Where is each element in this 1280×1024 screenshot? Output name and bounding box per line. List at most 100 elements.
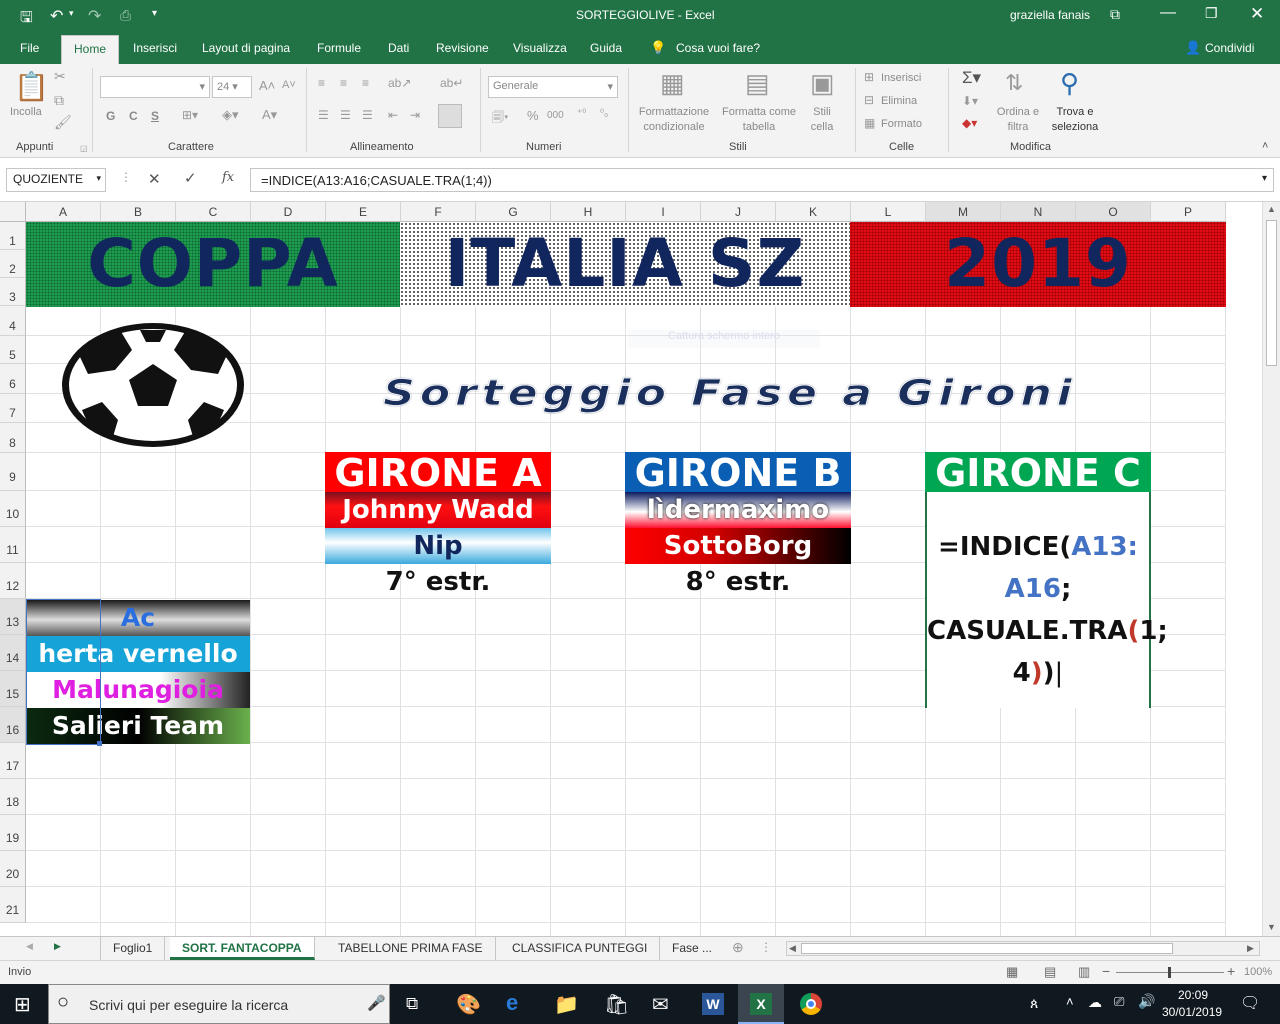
paste-button[interactable]: Incolla [10, 105, 42, 120]
orientation-icon[interactable]: ab↗ [388, 76, 411, 90]
row-header-2[interactable]: 2 [0, 250, 26, 278]
tab-data[interactable]: Dati [388, 41, 409, 55]
sheet-tab-sort-fantacoppa[interactable]: SORT. FANTACOPPA [170, 937, 315, 960]
mail-app-icon[interactable]: ✉ [652, 992, 669, 1017]
column-header-m[interactable]: M [926, 202, 1001, 222]
tab-formulas[interactable]: Formule [317, 41, 361, 55]
file-explorer-icon[interactable]: 📁 [554, 992, 579, 1017]
row-header-15[interactable]: 15 [0, 671, 26, 707]
microphone-icon[interactable]: 🎤 [367, 994, 386, 1012]
undo-dropdown-icon[interactable]: ▾ [69, 8, 74, 19]
find-select-icon[interactable]: ⚲ [1060, 68, 1079, 99]
row-header-5[interactable]: 5 [0, 336, 26, 364]
people-icon[interactable]: ጰ [1030, 995, 1038, 1012]
clock-time[interactable]: 20:09 [1178, 988, 1208, 1002]
horizontal-scrollbar[interactable]: ◀ ▶ [786, 941, 1260, 956]
tab-help[interactable]: Guida [590, 41, 622, 55]
column-header-n[interactable]: N [1001, 202, 1076, 222]
row-header-21[interactable]: 21 [0, 887, 26, 923]
sheet-tab-tabellone[interactable]: TABELLONE PRIMA FASE [326, 937, 496, 960]
thousands-icon[interactable]: 000 [547, 110, 564, 121]
cell-styles-button[interactable]: Stili cella [802, 105, 842, 135]
spreadsheet-grid[interactable]: ABCDEFGHIJKLMNOP 1 2 3 4 5 6 7 8 9 10 11 12 13 14 15 16… [0, 202, 1280, 936]
row-header-6[interactable]: 6 [0, 364, 26, 394]
align-center-icon[interactable]: ☰ [340, 108, 351, 122]
column-header-o[interactable]: O [1076, 202, 1151, 222]
sort-filter-button[interactable]: Ordina e filtra [995, 105, 1041, 135]
align-right-icon[interactable]: ☰ [362, 108, 373, 122]
select-all-corner[interactable] [0, 202, 26, 222]
reference-handle[interactable] [97, 741, 102, 746]
notifications-icon[interactable]: 🗨 [1240, 993, 1260, 1013]
scroll-up-icon[interactable]: ▲ [1267, 204, 1276, 214]
column-header-b[interactable]: B [101, 202, 176, 222]
format-table-icon[interactable]: ▤ [745, 68, 770, 99]
align-middle-icon[interactable]: ≡ [340, 76, 347, 90]
qat-customize-icon[interactable]: ▾ [152, 8, 157, 19]
taskbar-search[interactable]: ○ Scrivi qui per eseguire la ricerca 🎤 [48, 984, 390, 1024]
vertical-scrollbar[interactable]: ▲ ▼ [1262, 202, 1280, 936]
grow-font-icon[interactable]: A˄ [259, 78, 275, 93]
fill-icon[interactable]: ⬇▾ [962, 94, 978, 108]
tab-split-icon[interactable]: ⋮ [760, 940, 772, 954]
row-header-4[interactable]: 4 [0, 306, 26, 336]
percent-icon[interactable]: % [527, 108, 539, 123]
row-header-17[interactable]: 17 [0, 743, 26, 779]
scroll-left-icon[interactable]: ◀ [789, 943, 796, 954]
bold-button[interactable]: G [106, 109, 115, 124]
excel-app-active[interactable]: X [738, 984, 784, 1024]
scroll-down-icon[interactable]: ▼ [1267, 922, 1276, 932]
sheet-tab-foglio1[interactable]: Foglio1 [100, 937, 166, 960]
tab-view[interactable]: Visualizza [513, 41, 567, 55]
cancel-formula-icon[interactable]: ✕ [148, 170, 161, 188]
row-header-8[interactable]: 8 [0, 423, 26, 453]
scroll-right-icon[interactable]: ▶ [1247, 943, 1254, 954]
column-header-j[interactable]: J [701, 202, 776, 222]
italic-button[interactable]: C [129, 109, 138, 124]
tab-home[interactable]: Home [61, 35, 120, 64]
increase-decimal-icon[interactable]: ⁺⁰ [577, 108, 586, 119]
find-select-button[interactable]: Trova e seleziona [1045, 105, 1105, 135]
tab-insert[interactable]: Inserisci [133, 41, 177, 55]
collapse-ribbon-icon[interactable]: ˄ [1262, 140, 1268, 152]
font-name-select[interactable]: ▾ [100, 76, 210, 98]
zoom-out-icon[interactable]: − [1102, 963, 1110, 979]
tab-file[interactable]: File [20, 41, 39, 55]
column-header-p[interactable]: P [1151, 202, 1226, 222]
enter-formula-icon[interactable]: ✓ [184, 169, 197, 187]
task-view-icon[interactable]: ⧉ [406, 994, 418, 1014]
tell-me-input[interactable]: Cosa vuoi fare? [676, 41, 760, 55]
sort-filter-icon[interactable]: ⇅ [1005, 70, 1023, 96]
format-painter-icon[interactable]: 🖌 [54, 114, 72, 131]
row-header-20[interactable]: 20 [0, 851, 26, 887]
borders-icon[interactable]: ⊞▾ [182, 108, 198, 122]
windows-start-icon[interactable]: ⊞ [14, 992, 31, 1017]
font-color-icon[interactable]: A▾ [262, 107, 277, 123]
conditional-format-icon[interactable]: ▦ [660, 68, 685, 99]
zoom-in-icon[interactable]: + [1227, 963, 1235, 979]
formula-input[interactable]: =INDICE(A13:A16;CASUALE.TRA(1;4)) ▾ [250, 168, 1274, 192]
page-break-view-icon[interactable]: ▥ [1078, 964, 1090, 980]
tab-page-layout[interactable]: Layout di pagina [202, 41, 290, 55]
paste-icon[interactable]: 📋 [14, 70, 49, 103]
scroll-thumb[interactable] [1266, 220, 1277, 366]
volume-icon[interactable]: 🔊 [1138, 993, 1155, 1010]
next-sheet-icon[interactable]: ▶ [54, 941, 61, 952]
format-cells-icon[interactable]: ▦ [864, 116, 875, 130]
user-name[interactable]: graziella fanais [1010, 8, 1090, 22]
column-header-a[interactable]: A [26, 202, 101, 222]
fill-color-icon[interactable]: ◈▾ [222, 107, 239, 123]
network-icon[interactable]: ⎚ [1114, 994, 1124, 1010]
hscroll-thumb[interactable] [801, 943, 1173, 954]
column-header-e[interactable]: E [326, 202, 401, 222]
row-header-12[interactable]: 12 [0, 563, 26, 599]
insert-function-icon[interactable]: fx [222, 170, 234, 185]
align-top-icon[interactable]: ≡ [318, 76, 325, 90]
clock-date[interactable]: 30/01/2019 [1162, 1005, 1222, 1019]
cut-icon[interactable]: ✂ [54, 68, 66, 85]
cell-styles-icon[interactable]: ▣ [810, 68, 835, 99]
autosum-icon[interactable]: Σ▾ [962, 68, 981, 88]
decrease-decimal-icon[interactable]: ⁰₀ [600, 108, 608, 119]
onedrive-icon[interactable]: ☁ [1088, 994, 1102, 1011]
row-header-16[interactable]: 16 [0, 707, 26, 743]
